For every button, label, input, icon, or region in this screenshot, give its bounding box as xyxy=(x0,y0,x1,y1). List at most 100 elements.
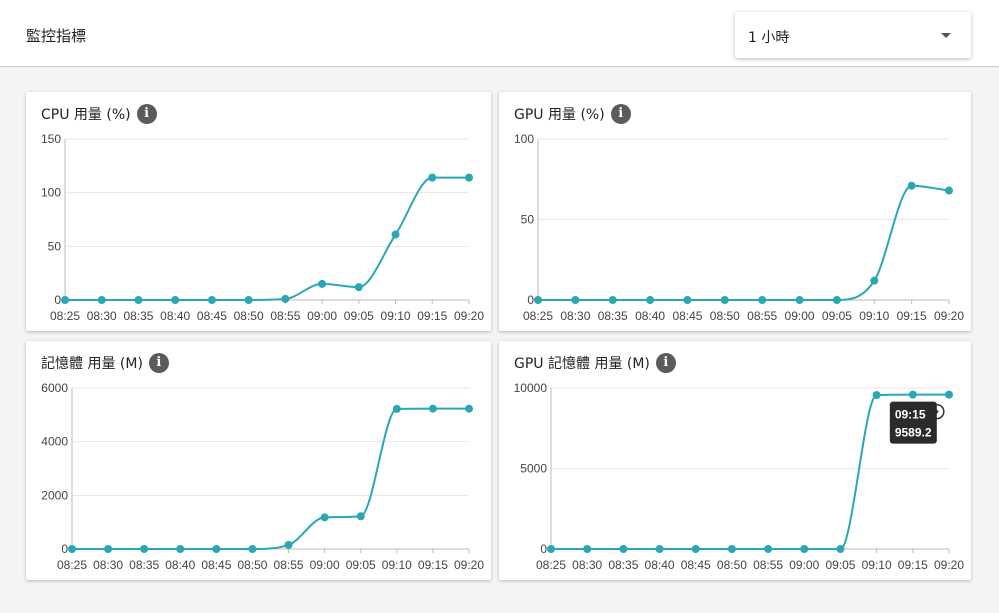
x-tick-label: 08:25 xyxy=(50,309,80,323)
data-tooltip: 09:15 9589.2 xyxy=(889,401,937,444)
data-point[interactable] xyxy=(465,173,473,182)
x-tick-label: 08:35 xyxy=(598,309,628,323)
y-tick-label: 50 xyxy=(48,239,62,253)
x-tick-label: 09:10 xyxy=(862,558,892,572)
time-range-select[interactable]: 1 小時 xyxy=(735,12,971,58)
data-point[interactable] xyxy=(212,545,221,553)
data-point[interactable] xyxy=(795,296,804,304)
data-point[interactable] xyxy=(908,390,917,399)
x-tick-label: 08:30 xyxy=(560,309,590,323)
x-tick-label: 09:00 xyxy=(307,309,337,323)
y-tick-label: 100 xyxy=(41,186,61,200)
data-point[interactable] xyxy=(320,513,329,522)
data-point[interactable] xyxy=(655,545,664,553)
x-tick-label: 09:10 xyxy=(859,309,889,323)
data-point[interactable] xyxy=(140,545,149,553)
x-tick-label: 08:45 xyxy=(201,558,231,572)
data-point[interactable] xyxy=(68,545,76,553)
y-tick-label: 50 xyxy=(521,213,535,227)
data-point[interactable] xyxy=(171,296,180,304)
x-tick-label: 08:55 xyxy=(753,558,783,572)
data-point[interactable] xyxy=(571,296,580,304)
y-tick-label: 100 xyxy=(514,132,534,146)
data-point[interactable] xyxy=(61,296,69,304)
y-tick-label: 4000 xyxy=(41,435,68,449)
data-point[interactable] xyxy=(945,390,953,399)
y-tick-label: 10000 xyxy=(514,381,548,395)
tooltip-time: 09:15 xyxy=(895,408,926,422)
x-tick-label: 09:00 xyxy=(310,558,340,572)
x-tick-label: 09:05 xyxy=(825,558,855,572)
memory-usage-chart: 0 2000 4000 6000 08:25 08:30 08:35 08:40 08:45 08… xyxy=(41,381,484,572)
data-point[interactable] xyxy=(104,545,113,553)
data-point[interactable] xyxy=(646,296,655,304)
x-tick-label: 08:40 xyxy=(165,558,195,572)
data-point[interactable] xyxy=(244,296,253,304)
data-point[interactable] xyxy=(608,296,617,304)
series-line xyxy=(550,393,949,550)
x-tick-label: 09:05 xyxy=(822,309,852,323)
data-point[interactable] xyxy=(870,276,879,285)
y-tick-label: 5000 xyxy=(520,462,547,476)
data-point[interactable] xyxy=(836,545,845,553)
x-tick-label: 09:20 xyxy=(934,558,964,572)
data-point[interactable] xyxy=(945,186,953,195)
data-point[interactable] xyxy=(691,545,700,553)
x-tick-label: 08:25 xyxy=(536,558,566,572)
data-point[interactable] xyxy=(281,294,290,303)
x-tick-label: 09:10 xyxy=(382,558,412,572)
data-point[interactable] xyxy=(428,404,437,413)
data-point[interactable] xyxy=(720,296,729,304)
data-point[interactable] xyxy=(356,512,365,521)
x-tick-label: 09:15 xyxy=(897,309,927,323)
data-point[interactable] xyxy=(619,545,628,553)
data-point[interactable] xyxy=(907,181,916,190)
data-point[interactable] xyxy=(176,545,185,553)
y-tick-label: 150 xyxy=(41,132,61,146)
tooltip-value: 9589.2 xyxy=(895,426,932,440)
data-point[interactable] xyxy=(547,545,555,553)
series-line xyxy=(64,176,469,301)
x-tick-label: 08:25 xyxy=(57,558,87,572)
page-title: 監控指標 xyxy=(26,27,87,45)
data-point[interactable] xyxy=(284,540,293,549)
cpu-usage-chart: 0 50 100 150 08:25 08:30 08:35 08:40 08:45 08:50 0… xyxy=(41,132,484,323)
data-point[interactable] xyxy=(832,296,841,304)
data-point[interactable] xyxy=(534,296,542,304)
memory-usage-card: 記憶體 用量 (M) i 0 2000 4000 6000 08:25 08:30 08:35… xyxy=(26,341,491,580)
x-tick-label: 08:30 xyxy=(572,558,602,572)
data-point[interactable] xyxy=(872,391,881,400)
data-point[interactable] xyxy=(683,296,692,304)
x-tick-label: 08:35 xyxy=(123,309,153,323)
data-point[interactable] xyxy=(207,296,216,304)
data-point[interactable] xyxy=(583,545,592,553)
data-point[interactable] xyxy=(727,545,736,553)
data-point[interactable] xyxy=(97,296,106,304)
data-point[interactable] xyxy=(134,296,143,304)
data-point[interactable] xyxy=(248,545,257,553)
x-tick-label: 09:10 xyxy=(381,309,411,323)
y-tick-label: 0 xyxy=(54,293,61,307)
data-point[interactable] xyxy=(318,279,327,288)
x-tick-label: 08:25 xyxy=(523,309,553,323)
data-point[interactable] xyxy=(392,404,401,413)
data-point[interactable] xyxy=(391,230,400,239)
data-point[interactable] xyxy=(354,283,363,292)
data-point[interactable] xyxy=(800,545,809,553)
x-tick-label: 08:40 xyxy=(160,309,190,323)
gpu-usage-card: GPU 用量 (%) i 0 50 100 08:25 08:30 08:35 08:40 08… xyxy=(499,92,971,331)
chevron-down-icon xyxy=(941,33,951,38)
data-point[interactable] xyxy=(428,173,437,182)
x-tick-label: 08:45 xyxy=(681,558,711,572)
x-tick-label: 08:45 xyxy=(197,309,227,323)
x-tick-label: 09:00 xyxy=(789,558,819,572)
data-point[interactable] xyxy=(758,296,767,304)
data-point[interactable] xyxy=(764,545,773,553)
x-tick-label: 09:15 xyxy=(898,558,928,572)
data-point[interactable] xyxy=(465,404,473,413)
x-tick-label: 09:15 xyxy=(417,309,447,323)
x-tick-label: 08:35 xyxy=(608,558,638,572)
x-tick-label: 08:40 xyxy=(645,558,675,572)
cpu-usage-card: CPU 用量 (%) i 0 50 100 150 08:25 08:30 08:35 08:4… xyxy=(26,92,491,331)
x-tick-label: 08:55 xyxy=(274,558,304,572)
